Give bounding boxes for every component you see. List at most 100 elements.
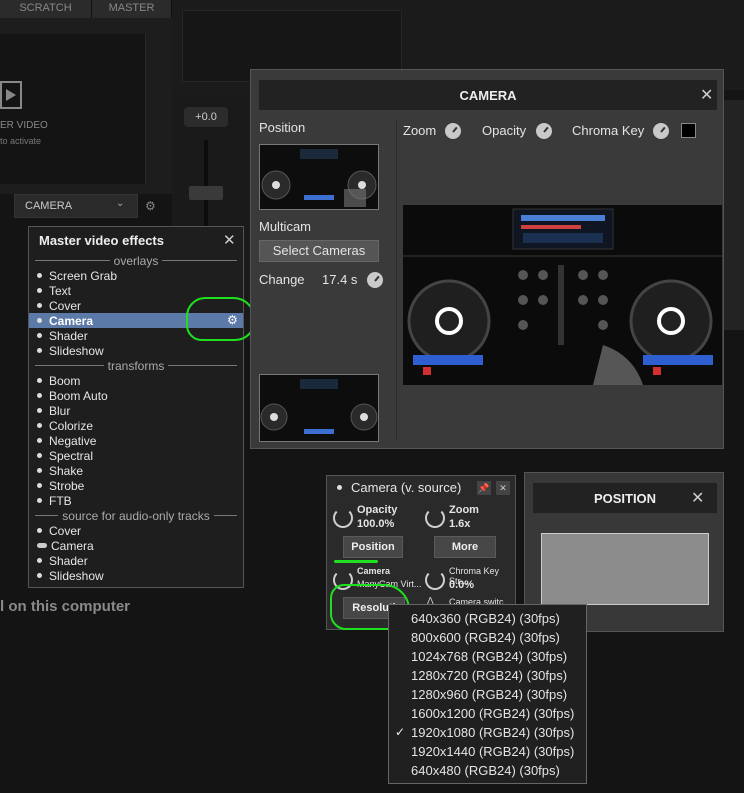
- bullet-icon[interactable]: [37, 288, 42, 293]
- effect-label: Boom Auto: [49, 388, 108, 403]
- position-area[interactable]: [541, 533, 709, 605]
- zoom-dial[interactable]: [425, 508, 445, 528]
- select-cameras-button[interactable]: Select Cameras: [259, 240, 379, 262]
- resolution-option[interactable]: 1280x720 (RGB24) (30fps): [389, 666, 586, 685]
- effect-item[interactable]: Boom Auto: [29, 388, 243, 403]
- effect-item[interactable]: Text: [29, 283, 243, 298]
- bullet-icon[interactable]: [37, 318, 42, 323]
- camera-header: CAMERA ✕: [259, 80, 717, 110]
- effect-label: Shake: [49, 463, 84, 478]
- bullet-icon[interactable]: [37, 273, 42, 278]
- zoom-knob[interactable]: [445, 123, 461, 139]
- chroma-key-knob[interactable]: [653, 123, 669, 139]
- chroma-key-color-swatch[interactable]: [681, 123, 696, 138]
- close-icon[interactable]: ✕: [700, 85, 713, 105]
- gear-icon[interactable]: ⚙: [145, 199, 156, 213]
- effect-item[interactable]: Shader: [29, 553, 243, 568]
- bullet-icon[interactable]: [37, 348, 42, 353]
- opacity-knob[interactable]: [536, 123, 552, 139]
- effect-label: Strobe: [49, 478, 85, 493]
- close-icon[interactable]: ✕: [223, 231, 236, 249]
- effect-label: Blur: [49, 403, 71, 418]
- deck-tabs: SCRATCH MASTER: [0, 0, 172, 18]
- resolution-option-label: 1024x768 (RGB24) (30fps): [411, 649, 568, 664]
- fader-knob[interactable]: [189, 186, 223, 200]
- toggle-icon[interactable]: [37, 543, 47, 548]
- vsource-title: Camera (v. source): [351, 480, 462, 495]
- bullet-icon[interactable]: [37, 528, 42, 533]
- position-button[interactable]: Position: [343, 536, 403, 558]
- close-icon[interactable]: ✕: [691, 488, 704, 508]
- bullet-icon[interactable]: [37, 438, 42, 443]
- film-icon: [0, 81, 22, 109]
- effect-label: Screen Grab: [49, 268, 118, 283]
- resolution-option[interactable]: 800x600 (RGB24) (30fps): [389, 628, 586, 647]
- change-value: 17.4 s: [322, 272, 358, 287]
- effect-label: Boom: [49, 373, 81, 388]
- close-icon[interactable]: ✕: [496, 481, 510, 495]
- effect-label: Cover: [49, 523, 82, 538]
- effect-item[interactable]: Negative: [29, 433, 243, 448]
- multicam-thumbnail[interactable]: [259, 374, 379, 442]
- resolution-option[interactable]: ✓ 1920x1080 (RGB24) (30fps): [389, 723, 586, 742]
- bullet-icon[interactable]: [37, 423, 42, 428]
- bullet-icon[interactable]: [37, 393, 42, 398]
- camera-label: Camera: [357, 566, 391, 576]
- bullet-icon[interactable]: [37, 453, 42, 458]
- computer-text: l on this computer: [0, 598, 131, 615]
- tab-scratch[interactable]: SCRATCH: [0, 0, 92, 18]
- position-thumbnail[interactable]: [259, 144, 379, 210]
- chroma-dial[interactable]: [425, 570, 445, 590]
- pin-icon[interactable]: 📌: [477, 481, 491, 495]
- effect-item[interactable]: FTB: [29, 493, 243, 508]
- effect-item[interactable]: Screen Grab: [29, 268, 243, 283]
- effect-item[interactable]: Strobe: [29, 478, 243, 493]
- effect-item[interactable]: Camera: [29, 538, 243, 553]
- toggle-dot[interactable]: [337, 485, 342, 490]
- bullet-icon[interactable]: [37, 378, 42, 383]
- gain-pill[interactable]: +0.0: [184, 107, 228, 127]
- effect-label: Camera: [51, 538, 94, 553]
- resolution-option[interactable]: 1600x1200 (RGB24) (30fps): [389, 704, 586, 723]
- section-header: transforms: [29, 358, 243, 373]
- resolution-option[interactable]: 640x480 (RGB24) (30fps): [389, 761, 586, 780]
- effect-item[interactable]: Colorize: [29, 418, 243, 433]
- resolution-option[interactable]: 1920x1440 (RGB24) (30fps): [389, 742, 586, 761]
- bullet-icon[interactable]: [37, 303, 42, 308]
- bullet-icon[interactable]: [37, 408, 42, 413]
- effect-item[interactable]: Cover: [29, 523, 243, 538]
- bullet-icon[interactable]: [37, 573, 42, 578]
- bullet-icon[interactable]: [37, 468, 42, 473]
- effect-item[interactable]: Shake: [29, 463, 243, 478]
- resolution-option[interactable]: 1280x960 (RGB24) (30fps): [389, 685, 586, 704]
- chroma-key-label: Chroma Key: [572, 123, 645, 138]
- effect-label: Shader: [49, 328, 88, 343]
- resolution-option[interactable]: 640x360 (RGB24) (30fps): [389, 609, 586, 628]
- effect-label: FTB: [49, 493, 72, 508]
- bullet-icon[interactable]: [37, 333, 42, 338]
- opacity-dial[interactable]: [333, 508, 353, 528]
- video-preview: [0, 34, 146, 184]
- opacity-label: Opacity: [482, 123, 527, 138]
- deck-image: [260, 145, 378, 209]
- effect-item[interactable]: Slideshow: [29, 568, 243, 583]
- camera-panel: CAMERA ✕ Position Multicam Select Camera…: [250, 69, 724, 449]
- opacity-value: 100.0%: [357, 518, 395, 530]
- more-button[interactable]: More: [434, 536, 496, 558]
- camera-preview: [403, 205, 722, 385]
- section-header: source for audio-only tracks: [29, 508, 243, 523]
- tab-master[interactable]: MASTER: [92, 0, 172, 18]
- deck-image: [260, 375, 378, 441]
- section-header: overlays: [29, 253, 243, 268]
- effect-item[interactable]: Spectral: [29, 448, 243, 463]
- resolution-option-label: 1280x720 (RGB24) (30fps): [411, 668, 568, 683]
- multicam-label: Multicam: [259, 219, 312, 234]
- effect-item[interactable]: Slideshow: [29, 343, 243, 358]
- change-knob[interactable]: [367, 272, 383, 288]
- bullet-icon[interactable]: [37, 483, 42, 488]
- bullet-icon[interactable]: [37, 558, 42, 563]
- resolution-option[interactable]: 1024x768 (RGB24) (30fps): [389, 647, 586, 666]
- effect-item[interactable]: Blur: [29, 403, 243, 418]
- effect-item[interactable]: Boom: [29, 373, 243, 388]
- bullet-icon[interactable]: [37, 498, 42, 503]
